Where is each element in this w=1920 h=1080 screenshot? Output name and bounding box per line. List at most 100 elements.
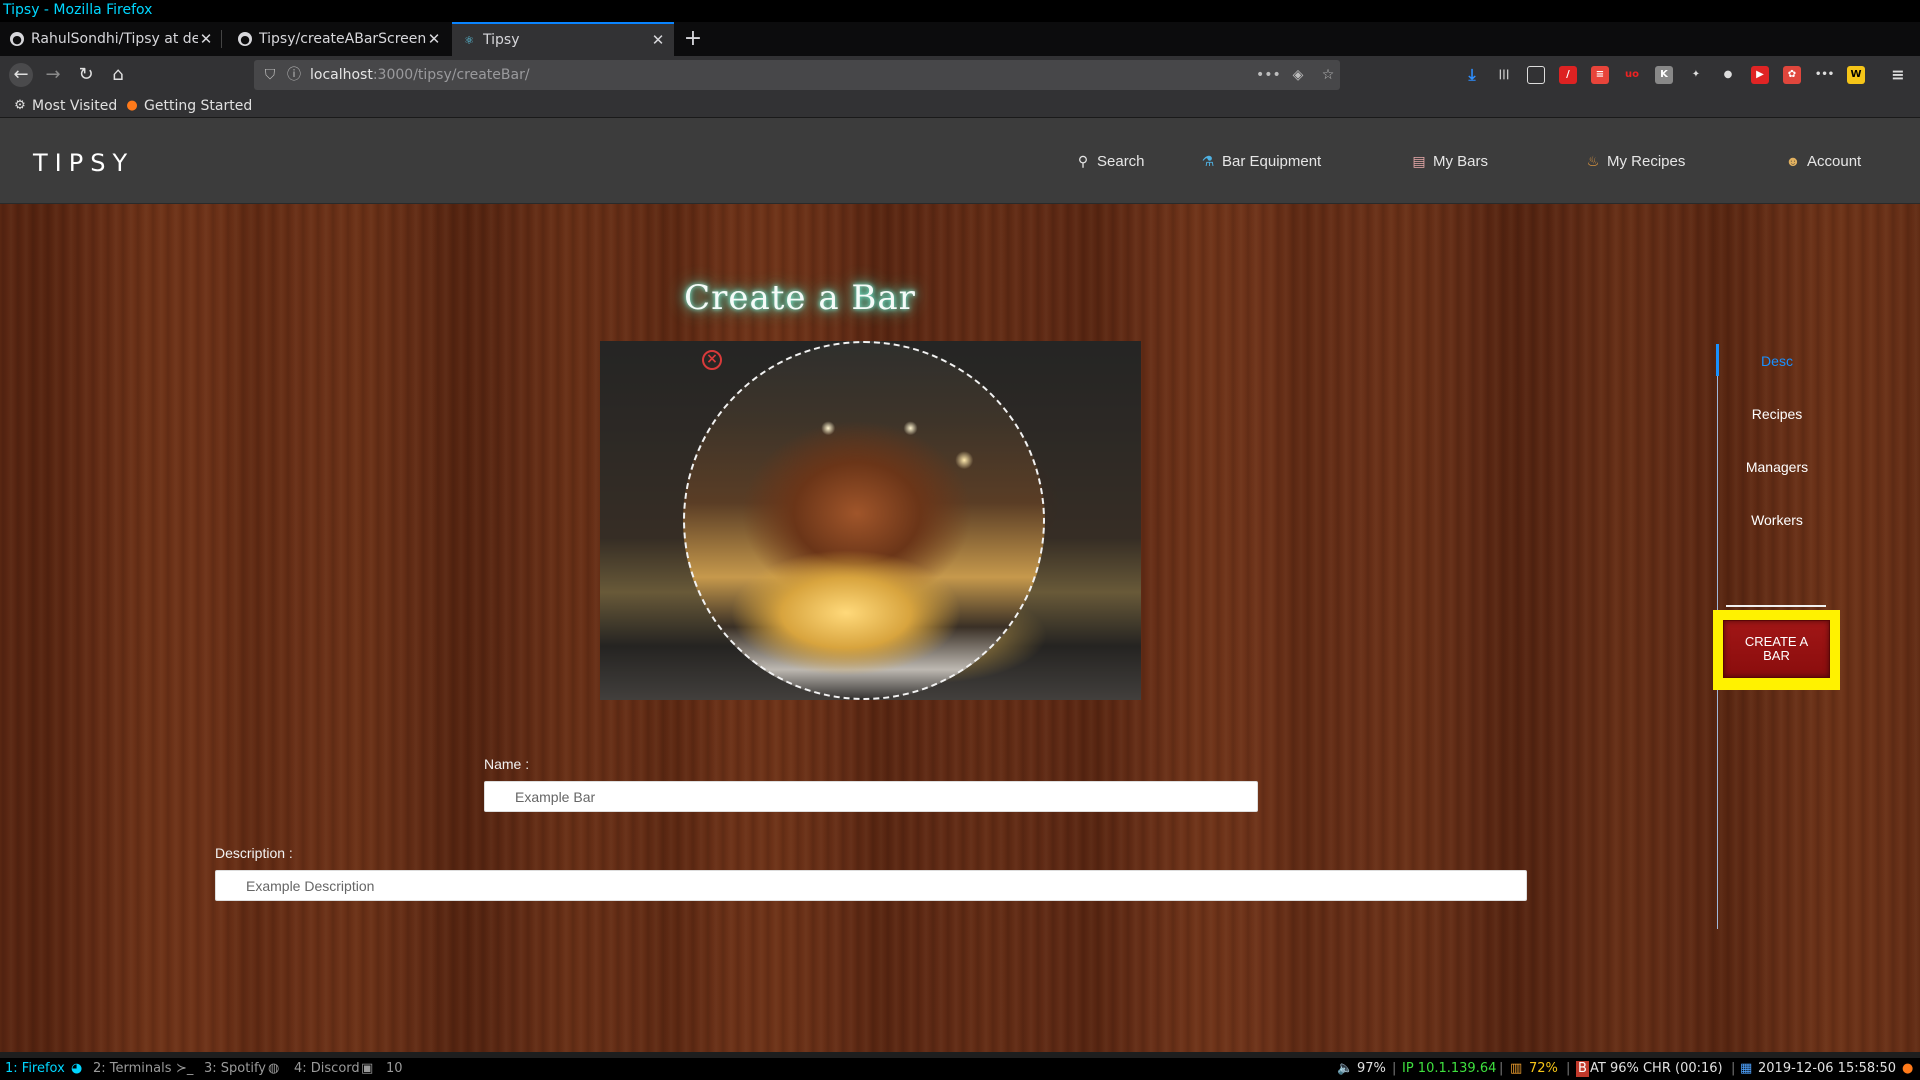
firefox-workspace-icon: ◕	[71, 1061, 83, 1076]
tab-tipsy[interactable]: ⚛ Tipsy ✕	[452, 22, 674, 56]
close-tab-icon[interactable]: ✕	[426, 30, 442, 48]
extension-todoist-icon[interactable]: ≡	[1591, 66, 1609, 84]
bookmark-getting-started[interactable]: ● Getting Started	[125, 94, 252, 118]
extension-k-icon[interactable]: K	[1655, 66, 1673, 84]
extension-w-icon[interactable]: W	[1847, 66, 1865, 84]
tab-label: RahulSondhi/Tipsy at dev	[31, 31, 198, 47]
ip-address: IP 10.1.139.64	[1402, 1061, 1497, 1076]
brand-logo[interactable]: TIPSY	[33, 149, 134, 177]
system-status-bar: 1: Firefox ◕ 2: Terminals ≻_ 3: Spotify …	[0, 1058, 1920, 1080]
tab-label: Tipsy/createABarScreen	[259, 31, 426, 47]
separator: |	[1499, 1061, 1504, 1076]
info-icon[interactable]: ⓘ	[282, 63, 306, 87]
battery-status: AT 96% CHR (00:16)	[1590, 1061, 1723, 1076]
forward-button[interactable]: →	[41, 63, 65, 87]
date-time: 2019-12-06 15:58:50	[1758, 1061, 1897, 1076]
gear-icon: ⚙	[14, 98, 26, 113]
url-path: :3000/tipsy/createBar/	[372, 67, 530, 83]
nav-my-recipes[interactable]: ♨ My Recipes	[1584, 151, 1686, 171]
bottle-icon: ♨	[1586, 152, 1600, 169]
close-tab-icon[interactable]: ✕	[198, 30, 214, 48]
new-tab-button[interactable]: +	[683, 22, 703, 56]
discord-icon: ▣	[361, 1061, 374, 1076]
extension-youtube-icon[interactable]: ▶	[1751, 66, 1769, 84]
separator: |	[1566, 1061, 1571, 1076]
separator: |	[1731, 1061, 1736, 1076]
bar-icon: ▤	[1412, 152, 1426, 169]
back-button[interactable]: ←	[9, 63, 33, 87]
workspace-10[interactable]: 10	[386, 1058, 403, 1080]
name-label: Name :	[484, 756, 530, 772]
nav-bar-equipment[interactable]: ⚗ Bar Equipment	[1199, 151, 1322, 171]
github-icon: ●	[238, 32, 252, 46]
side-link-workers[interactable]: Workers	[1720, 512, 1834, 528]
extension-profile-icon[interactable]: ●	[1719, 66, 1737, 84]
tab-github-screen[interactable]: ● Tipsy/createABarScreen ✕	[228, 22, 450, 56]
side-link-recipes[interactable]: Recipes	[1720, 406, 1834, 422]
extension-bird-icon[interactable]: ✦	[1687, 66, 1705, 84]
url-text[interactable]: localhost:3000/tipsy/createBar/	[310, 60, 530, 90]
firefox-icon: ●	[126, 98, 138, 113]
sidebar-icon[interactable]	[1527, 66, 1545, 84]
workspace-3[interactable]: 3: Spotify	[204, 1058, 266, 1080]
extension-dots-icon[interactable]: •••	[1815, 66, 1834, 84]
nav-label: Account	[1807, 152, 1862, 170]
name-input[interactable]	[484, 781, 1258, 812]
nav-search[interactable]: ⚲ Search	[1074, 151, 1145, 171]
bookmark-label: Getting Started	[144, 98, 253, 114]
nav-label: Search	[1097, 152, 1145, 170]
nav-label: Bar Equipment	[1222, 152, 1322, 170]
volume-level: 97%	[1357, 1061, 1386, 1076]
separator: |	[1392, 1061, 1397, 1076]
create-bar-button[interactable]: CREATE A BAR	[1723, 620, 1830, 678]
tab-label: Tipsy	[483, 32, 520, 48]
description-label: Description :	[215, 845, 293, 861]
nav-my-bars[interactable]: ▤ My Bars	[1410, 151, 1488, 171]
page-viewport: TIPSY ⚲ Search ⚗ Bar Equipment ▤ My Bars…	[0, 118, 1920, 1052]
search-icon: ⚲	[1077, 152, 1089, 169]
home-button[interactable]: ⌂	[106, 63, 130, 87]
bar-image-cropper[interactable]: ×	[600, 341, 1141, 700]
nav-label: My Recipes	[1607, 152, 1686, 170]
calendar-icon: ▦	[1740, 1061, 1753, 1076]
workspace-4[interactable]: 4: Discord	[294, 1058, 360, 1080]
reload-button[interactable]: ↻	[74, 63, 98, 87]
crop-circle[interactable]	[683, 341, 1045, 700]
cpu-level: 72%	[1529, 1061, 1558, 1076]
nav-label: My Bars	[1433, 152, 1489, 170]
side-divider	[1726, 605, 1826, 607]
extension-pen-icon[interactable]: /	[1559, 66, 1577, 84]
nav-account[interactable]: ☻ Account	[1784, 151, 1862, 171]
bookmarks-toolbar: ⚙ Most Visited ● Getting Started	[0, 94, 1920, 118]
bookmark-star-icon[interactable]: ☆	[1316, 63, 1340, 87]
workspace-1[interactable]: 1: Firefox	[5, 1058, 65, 1080]
workspace-2[interactable]: 2: Terminals	[93, 1058, 172, 1080]
extension-red-icon[interactable]: ✿	[1783, 66, 1801, 84]
pocket-icon[interactable]: ◈	[1286, 63, 1310, 87]
tab-strip: ● RahulSondhi/Tipsy at dev ✕ ● Tipsy/cre…	[0, 22, 1920, 56]
side-link-managers[interactable]: Managers	[1720, 459, 1834, 475]
page-title: Create a Bar	[684, 278, 916, 318]
library-icon[interactable]: |||	[1495, 66, 1513, 84]
description-input[interactable]	[215, 870, 1527, 901]
tab-github-dev[interactable]: ● RahulSondhi/Tipsy at dev ✕	[0, 22, 222, 56]
bookmark-most-visited[interactable]: ⚙ Most Visited	[13, 94, 117, 118]
bookmark-label: Most Visited	[32, 98, 118, 114]
shield-icon[interactable]: ⛉	[258, 63, 282, 87]
url-bar[interactable]: ⛉ ⓘ localhost:3000/tipsy/createBar/ ••• …	[254, 60, 1340, 90]
download-icon[interactable]: ⤓	[1463, 66, 1481, 84]
menu-icon[interactable]: ≡	[1889, 66, 1907, 84]
site-header: TIPSY ⚲ Search ⚗ Bar Equipment ▤ My Bars…	[0, 118, 1920, 204]
side-link-desc[interactable]: Desc	[1720, 353, 1834, 369]
nav-toolbar: ← → ↻ ⌂ ⛉ ⓘ localhost:3000/tipsy/createB…	[0, 56, 1920, 94]
terminal-icon: ≻_	[176, 1061, 194, 1076]
battery-icon: B	[1576, 1061, 1589, 1077]
github-icon: ●	[10, 32, 24, 46]
spotify-icon: ◍	[268, 1061, 280, 1076]
remove-image-icon[interactable]: ×	[702, 350, 722, 370]
more-actions-icon[interactable]: •••	[1256, 63, 1281, 87]
ublock-icon[interactable]: uo	[1623, 66, 1641, 84]
window-title: Tipsy - Mozilla Firefox	[0, 0, 1920, 22]
close-tab-icon[interactable]: ✕	[650, 31, 666, 49]
tray-firefox-icon[interactable]: ●	[1902, 1058, 1913, 1080]
